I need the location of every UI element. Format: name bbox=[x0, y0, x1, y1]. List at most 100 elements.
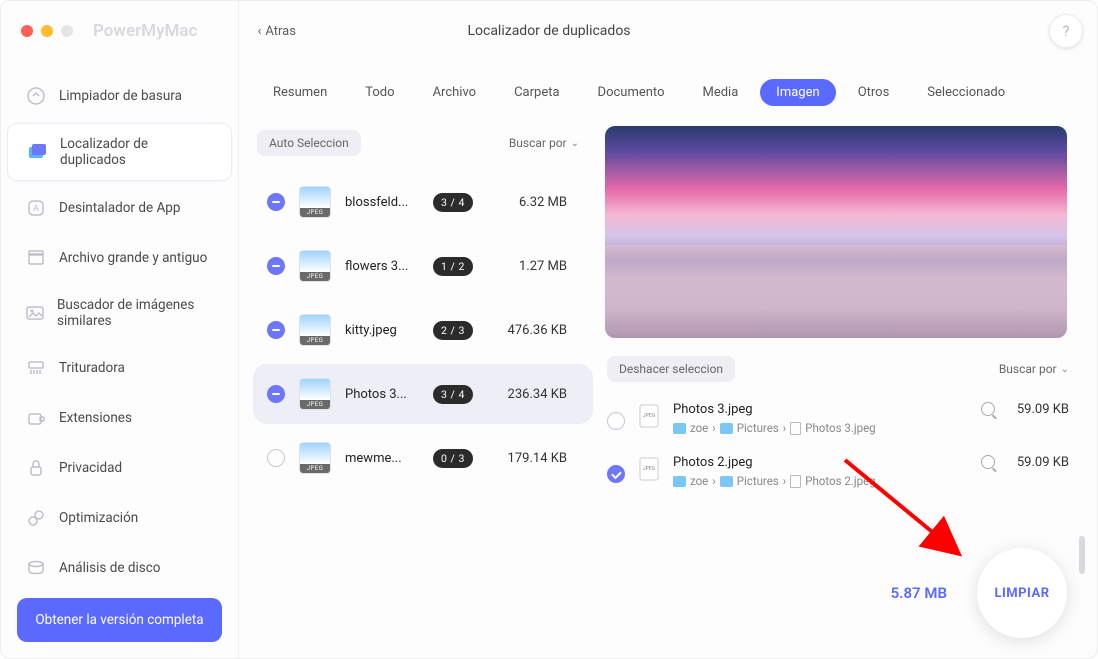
sidebar-item-optimization[interactable]: Optimización bbox=[7, 495, 232, 541]
file-size: 59.09 KB bbox=[1017, 402, 1069, 417]
minimize-icon[interactable] bbox=[41, 25, 53, 37]
sidebar-item-shredder[interactable]: Trituradora bbox=[7, 345, 232, 391]
file-row[interactable]: JPEG Photos 2.jpeg zoe › Pictures › Photo… bbox=[605, 445, 1071, 498]
group-size: 236.34 KB bbox=[508, 387, 579, 402]
files-sort-button[interactable]: Buscar por ⌄ bbox=[999, 362, 1069, 376]
group-count-badge: 0 / 3 bbox=[433, 449, 473, 468]
auto-select-button[interactable]: Auto Seleccion bbox=[257, 130, 361, 156]
folder-icon bbox=[720, 476, 733, 487]
svg-text:JPEG: JPEG bbox=[643, 466, 656, 472]
sidebar-item-label: Archivo grande y antiguo bbox=[59, 250, 207, 266]
get-full-version-button[interactable]: Obtener la versión completa bbox=[17, 598, 222, 642]
tab-imagen[interactable]: Imagen bbox=[760, 79, 835, 106]
file-size: 59.09 KB bbox=[1017, 455, 1069, 470]
window-controls bbox=[21, 25, 73, 37]
sidebar-item-label: Trituradora bbox=[59, 360, 125, 376]
lock-icon bbox=[25, 457, 47, 479]
magnifier-icon[interactable] bbox=[981, 455, 995, 469]
main-panel: Resumen Todo Archivo Carpeta Documento M… bbox=[239, 1, 1097, 658]
group-row[interactable]: JPEGkitty.jpeg2 / 3476.36 KB bbox=[253, 300, 593, 360]
category-tabs: Resumen Todo Archivo Carpeta Documento M… bbox=[239, 61, 1097, 116]
tab-archivo[interactable]: Archivo bbox=[417, 79, 493, 106]
tab-carpeta[interactable]: Carpeta bbox=[498, 79, 575, 106]
sidebar-item-duplicate-finder[interactable]: Localizador de duplicados bbox=[7, 123, 232, 181]
sidebar: Limpiador de basura Localizador de dupli… bbox=[1, 1, 239, 658]
maximize-icon[interactable] bbox=[61, 25, 73, 37]
sidebar-item-junk-cleaner[interactable]: Limpiador de basura bbox=[7, 73, 232, 119]
folders-icon bbox=[26, 141, 48, 163]
tab-todo[interactable]: Todo bbox=[349, 79, 410, 106]
image-preview bbox=[605, 126, 1067, 338]
sidebar-item-label: Buscador de imágenes similares bbox=[57, 297, 214, 329]
app-window: PowerMyMac ‹ Atras Localizador de duplic… bbox=[0, 0, 1098, 659]
group-size: 179.14 KB bbox=[508, 451, 579, 466]
app-brand: PowerMyMac bbox=[93, 21, 197, 41]
sidebar-item-label: Optimización bbox=[59, 510, 138, 526]
sidebar-item-label: Extensiones bbox=[59, 410, 132, 426]
image-icon bbox=[25, 302, 45, 324]
file-icon bbox=[790, 422, 801, 435]
sidebar-item-similar-images[interactable]: Buscador de imágenes similares bbox=[7, 285, 232, 341]
jpeg-thumb-icon: JPEG bbox=[299, 442, 331, 474]
file-name: Photos 2.jpeg bbox=[673, 455, 967, 470]
folder-icon bbox=[673, 476, 686, 487]
tab-documento[interactable]: Documento bbox=[582, 79, 681, 106]
total-size: 5.87 MB bbox=[891, 584, 947, 602]
sidebar-item-label: Privacidad bbox=[59, 460, 122, 476]
files-toolbar: Deshacer seleccion Buscar por ⌄ bbox=[605, 338, 1071, 392]
file-info: Photos 2.jpeg zoe › Pictures › Photos 2.… bbox=[673, 455, 967, 488]
file-info: Photos 3.jpeg zoe › Pictures › Photos 3.… bbox=[673, 402, 967, 435]
group-checkbox[interactable] bbox=[267, 257, 285, 275]
svg-text:A: A bbox=[33, 204, 39, 214]
tab-resumen[interactable]: Resumen bbox=[257, 79, 343, 106]
group-checkbox[interactable] bbox=[267, 385, 285, 403]
magnifier-icon[interactable] bbox=[981, 402, 995, 416]
footer: 5.87 MB LIMPIAR bbox=[861, 528, 1097, 658]
puzzle-icon bbox=[25, 407, 47, 429]
clean-button[interactable]: LIMPIAR bbox=[977, 548, 1067, 638]
sidebar-item-large-old-files[interactable]: Archivo grande y antiguo bbox=[7, 235, 232, 281]
group-count-badge: 1 / 2 bbox=[433, 257, 473, 276]
file-checkbox[interactable] bbox=[607, 412, 625, 430]
folder-icon bbox=[673, 423, 686, 434]
file-row[interactable]: JPEG Photos 3.jpeg zoe › Pictures › Photo… bbox=[605, 392, 1071, 445]
sidebar-item-disk-analysis[interactable]: Análisis de disco bbox=[7, 545, 232, 591]
jpeg-file-icon: JPEG bbox=[639, 404, 659, 428]
close-icon[interactable] bbox=[21, 25, 33, 37]
chevron-down-icon: ⌄ bbox=[1061, 364, 1069, 375]
file-name: Photos 3.jpeg bbox=[673, 402, 967, 417]
group-row[interactable]: JPEG mewme... 0 / 3 179.14 KB bbox=[253, 428, 593, 488]
groups-toolbar: Auto Seleccion Buscar por ⌄ bbox=[253, 126, 593, 168]
sort-label: Buscar por bbox=[509, 136, 567, 150]
sidebar-item-extensions[interactable]: Extensiones bbox=[7, 395, 232, 441]
undo-selection-button[interactable]: Deshacer seleccion bbox=[607, 356, 735, 382]
group-checkbox[interactable] bbox=[267, 449, 285, 467]
group-count-badge: 2 / 3 bbox=[433, 321, 473, 340]
sidebar-item-app-uninstaller[interactable]: A Desintalador de App bbox=[7, 185, 232, 231]
group-count-badge: 3 / 4 bbox=[433, 385, 473, 404]
sort-label: Buscar por bbox=[999, 362, 1057, 376]
group-name: Photos 3... bbox=[345, 387, 419, 402]
sidebar-item-label: Limpiador de basura bbox=[59, 88, 182, 104]
file-path: zoe › Pictures › Photos 3.jpeg bbox=[673, 421, 967, 435]
group-name: blossfeld... bbox=[345, 195, 419, 210]
group-name: mewme... bbox=[345, 451, 419, 466]
folder-icon bbox=[720, 423, 733, 434]
tab-seleccionado[interactable]: Seleccionado bbox=[911, 79, 1021, 106]
group-checkbox[interactable] bbox=[267, 193, 285, 211]
file-checkbox[interactable] bbox=[607, 465, 625, 483]
tab-media[interactable]: Media bbox=[686, 79, 754, 106]
group-row[interactable]: JPEGblossfeld...3 / 46.32 MB bbox=[253, 172, 593, 232]
groups-sort-button[interactable]: Buscar por ⌄ bbox=[509, 136, 579, 150]
jpeg-thumb-icon: JPEG bbox=[299, 378, 331, 410]
group-row[interactable]: JPEGflowers 3...1 / 21.27 MB bbox=[253, 236, 593, 296]
sidebar-item-privacy[interactable]: Privacidad bbox=[7, 445, 232, 491]
group-size: 6.32 MB bbox=[519, 195, 579, 210]
group-name: kitty.jpeg bbox=[345, 323, 419, 338]
group-row[interactable]: JPEG Photos 3... 3 / 4 236.34 KB bbox=[253, 364, 593, 424]
group-checkbox[interactable] bbox=[267, 321, 285, 339]
group-size: 476.36 KB bbox=[508, 323, 579, 338]
sidebar-item-label: Análisis de disco bbox=[59, 560, 161, 576]
jpeg-thumb-icon: JPEG bbox=[299, 186, 331, 218]
tab-otros[interactable]: Otros bbox=[842, 79, 906, 106]
